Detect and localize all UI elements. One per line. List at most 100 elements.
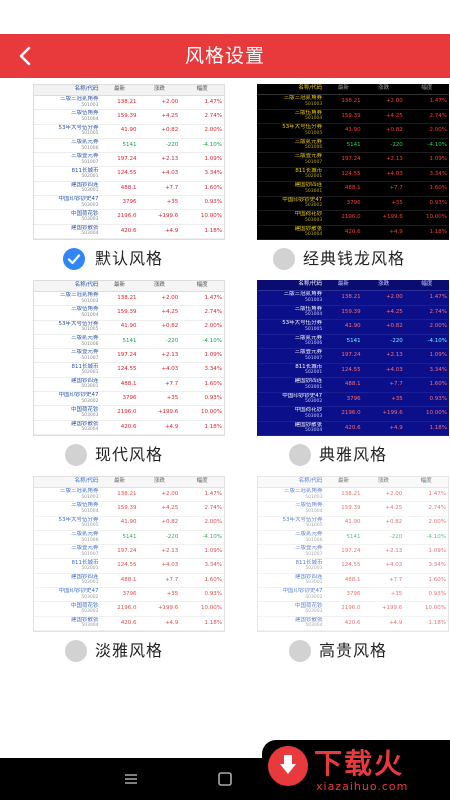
- preview-cell-latest: 5141: [324, 138, 363, 153]
- preview-cell-latest: 124.55: [100, 166, 139, 182]
- preview-row: 53年大号伍分券 501005 41.90 +0.82 2.00%: [34, 320, 224, 335]
- preview-security-name: 三版三冠贰角券: [283, 291, 323, 298]
- preview-cell-pct: 1.47%: [180, 487, 224, 503]
- preview-cell-name: 53年大号伍分券 501005: [34, 320, 101, 335]
- preview-security-code: 503003: [305, 609, 323, 615]
- theme-radio-modern[interactable]: [65, 444, 87, 466]
- preview-cell-latest: 138.21: [100, 291, 139, 307]
- recent-apps-button[interactable]: [120, 768, 142, 790]
- preview-security-name: 三版三冠贰角券: [59, 96, 99, 103]
- theme-option-classic[interactable]: 经典钱龙风格: [257, 244, 449, 274]
- preview-row: 三版三冠贰角券 501003 138.21 +2.00 1.47%: [34, 487, 224, 503]
- preview-security-name: 三版贰元券: [70, 531, 99, 538]
- preview-security-code: 502001: [81, 566, 99, 572]
- preview-cell-pct: 3.34%: [404, 363, 449, 378]
- preview-cell-name: 建国钞四连 503001: [258, 573, 325, 589]
- preview-row: 53年大号伍分券 501005 41.90 +0.82 2.00%: [34, 516, 224, 531]
- preview-cell-name: 建国钞四连 503001: [257, 181, 325, 197]
- preview-row: 811长城币 502001 124.55 +4.03 3.34%: [258, 558, 448, 574]
- preview-cell-name: 三版壹元券 501007: [257, 152, 325, 168]
- preview-cell-name: 811长城币 502001: [34, 558, 101, 574]
- theme-radio-classic[interactable]: [273, 248, 295, 270]
- preview-security-name: 中国印钞钞史47: [58, 588, 99, 595]
- theme-preview-default: 名称/代码 最新 涨跌 幅度 三版三冠贰角券 501003 138.21 +2.00 1.47%…: [33, 84, 225, 240]
- theme-option-elegant[interactable]: 典雅风格: [257, 440, 449, 470]
- preview-cell-latest: 197.24: [324, 152, 363, 168]
- preview-row: 三版贰元券 501006 5141 -220 -4.10%: [34, 530, 224, 546]
- preview-cell-change: +0.82: [362, 516, 405, 531]
- preview-security-name: 建国钞散张: [70, 616, 99, 623]
- preview-table: 名称/代码 最新 涨跌 幅度 三版三冠贰角券 501003 138.21 +2.00 1.47%…: [258, 477, 448, 631]
- theme-card-default[interactable]: 名称/代码 最新 涨跌 幅度 三版三冠贰角券 501003 138.21 +2.00 1.47%…: [33, 84, 225, 274]
- preview-security-code: 502001: [81, 174, 99, 180]
- preview-cell-pct: 1.18%: [404, 616, 448, 631]
- preview-cell-latest: 197.24: [100, 544, 139, 560]
- preview-cell-change: +4.9: [362, 421, 405, 436]
- preview-cell-change: +4.03: [138, 558, 181, 574]
- theme-option-noble[interactable]: 高贵风格: [257, 636, 449, 666]
- preview-cell-name: 建国钞四连 503001: [34, 377, 101, 393]
- preview-cell-pct: 1.18%: [180, 224, 224, 239]
- preview-cell-change: +199.6: [362, 210, 405, 226]
- theme-radio-elegant[interactable]: [289, 444, 311, 466]
- preview-security-code: 503003: [305, 413, 323, 419]
- preview-cell-name: 建国钞四连 503001: [34, 181, 101, 197]
- watermark-logo-icon: [268, 746, 308, 786]
- page-title: 风格设置: [184, 45, 265, 67]
- preview-cell-pct: 3.34%: [180, 558, 224, 574]
- theme-card-elegant[interactable]: 名称/代码 最新 涨跌 幅度 三版三冠贰角券 501003 138.21 +2.00 1.47%…: [257, 280, 449, 470]
- theme-card-classic[interactable]: 名称/代码 最新 涨跌 幅度 三版三冠贰角券 501003 138.21 +2.00 1.47%…: [257, 84, 449, 274]
- preview-cell-name: 三版贰元券 501006: [34, 138, 101, 154]
- preview-security-code: 503001: [305, 384, 323, 390]
- preview-security-name: 中国荷花钞: [70, 210, 99, 217]
- theme-radio-default[interactable]: [63, 248, 85, 270]
- preview-cell-pct: 3.34%: [404, 558, 448, 574]
- preview-cell-pct: -4.10%: [180, 334, 224, 350]
- preview-security-code: 503002: [81, 398, 99, 404]
- preview-cell-change: +35: [362, 196, 405, 211]
- preview-cell-pct: 2.74%: [404, 305, 449, 320]
- preview-security-name: 三版壹元券: [294, 545, 323, 552]
- preview-security-name: 三版壹元券: [70, 153, 99, 160]
- theme-card-light[interactable]: 名称/代码 最新 涨跌 幅度 三版三冠贰角券 501003 138.21 +2.00 1.47%…: [33, 476, 225, 666]
- preview-cell-name: 811长城币 502001: [34, 166, 101, 182]
- preview-row: 811长城币 502001 124.55 +4.03 3.34%: [34, 362, 224, 378]
- preview-cell-change: +4.03: [138, 362, 181, 378]
- preview-cell-pct: 10.00%: [180, 209, 224, 225]
- preview-cell-pct: 0.93%: [180, 391, 224, 407]
- theme-radio-noble[interactable]: [289, 640, 311, 662]
- preview-cell-name: 中国荷花钞 503003: [258, 601, 325, 617]
- preview-row: 中国印钞钞史47 503002 3796 +35 0.93%: [257, 196, 449, 211]
- status-bar: [0, 0, 450, 34]
- preview-cell-change: +2.13: [138, 348, 181, 364]
- preview-cell-change: +4.9: [138, 616, 181, 631]
- preview-security-name: 中国荷花钞: [294, 211, 323, 218]
- preview-security-name: 中国印钞钞史47: [58, 392, 99, 399]
- preview-cell-name: 中国印钞钞史47 503002: [34, 195, 101, 211]
- preview-security-name: 三版三冠贰角券: [59, 488, 99, 495]
- preview-security-code: 501004: [81, 312, 99, 318]
- theme-card-modern[interactable]: 名称/代码 最新 涨跌 幅度 三版三冠贰角券 501003 138.21 +2.00 1.47%…: [33, 280, 225, 470]
- home-button[interactable]: [214, 768, 236, 790]
- theme-radio-light[interactable]: [65, 640, 87, 662]
- preview-row: 建国钞四连 503001 488.1 +7.7 1.60%: [258, 573, 448, 589]
- theme-option-modern[interactable]: 现代风格: [33, 440, 225, 470]
- preview-row: 811长城币 502001 124.55 +4.03 3.34%: [257, 167, 449, 182]
- preview-security-code: 501007: [81, 355, 99, 361]
- preview-cell-pct: 2.74%: [404, 109, 449, 124]
- preview-cell-latest: 420.6: [324, 225, 363, 240]
- preview-security-code: 501003: [81, 298, 99, 304]
- preview-cell-pct: 1.60%: [180, 573, 224, 589]
- preview-cell-name: 三版壹元券 501007: [34, 544, 101, 560]
- preview-cell-change: +2.00: [362, 290, 405, 306]
- preview-column-header: 最新: [100, 281, 139, 292]
- preview-cell-name: 建国钞散张 503004: [257, 421, 325, 436]
- home-square-icon: [218, 772, 232, 786]
- theme-card-noble[interactable]: 名称/代码 最新 涨跌 幅度 三版三冠贰角券 501003 138.21 +2.00 1.47%…: [257, 476, 449, 666]
- theme-option-default[interactable]: 默认风格: [33, 244, 225, 274]
- theme-option-light[interactable]: 淡雅风格: [33, 636, 225, 666]
- preview-security-name: 811长城币: [71, 363, 99, 370]
- preview-column-header: 最新: [324, 280, 363, 291]
- preview-cell-latest: 420.6: [100, 224, 139, 239]
- preview-security-code: 503003: [305, 217, 323, 223]
